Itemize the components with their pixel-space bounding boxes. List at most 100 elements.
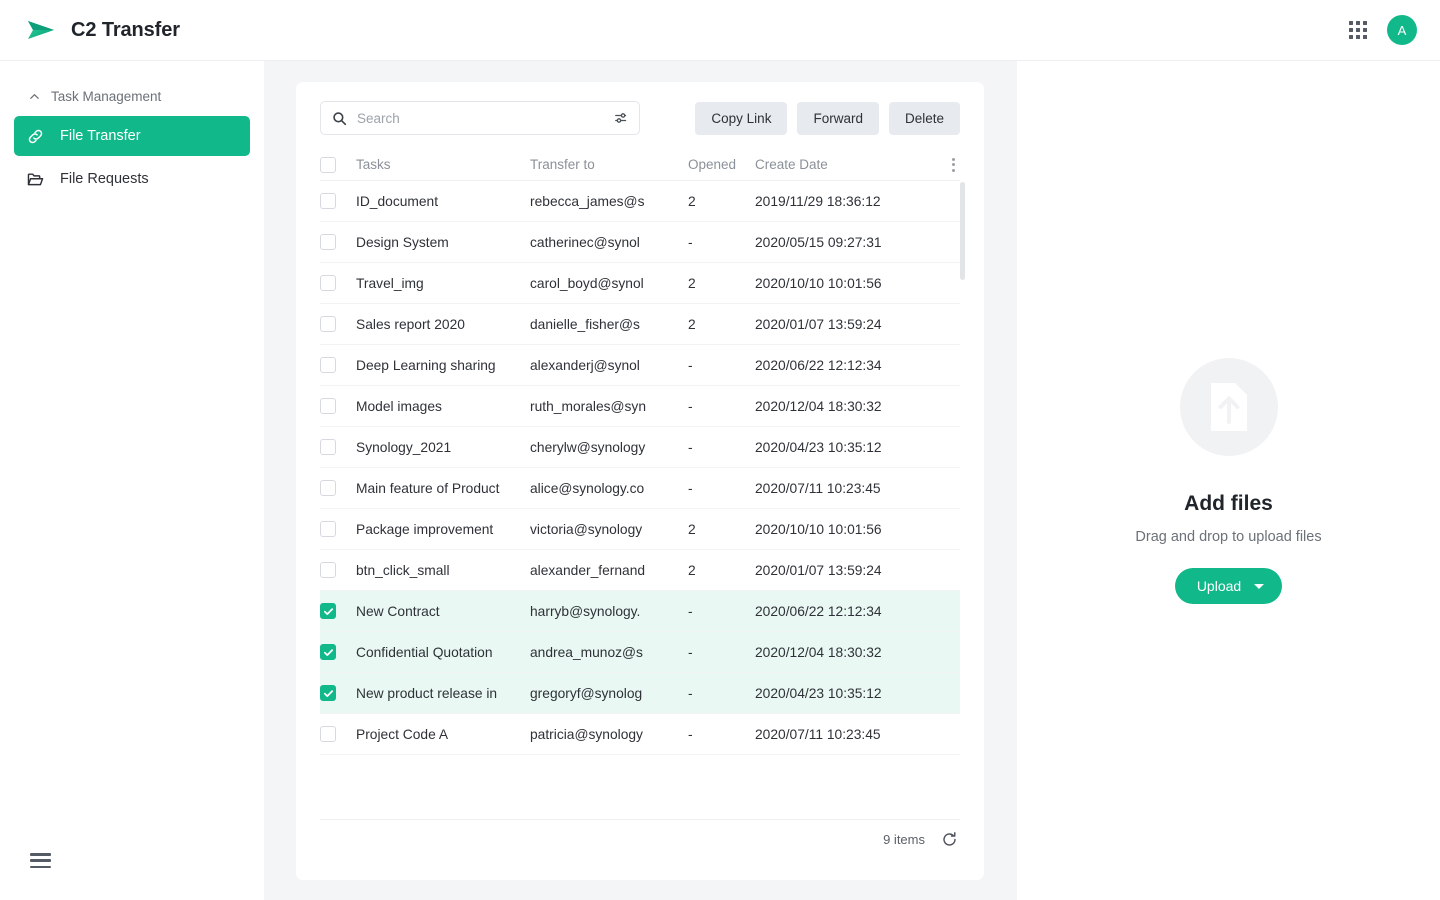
hamburger-menu-icon[interactable]	[30, 853, 51, 868]
table-row[interactable]: Sales report 2020danielle_fisher@s22020/…	[320, 304, 960, 345]
sidebar-section-label: Task Management	[51, 89, 161, 104]
table-row[interactable]: Model imagesruth_morales@syn-2020/12/04 …	[320, 386, 960, 427]
cell-task: New Contract	[356, 604, 530, 619]
row-checkbox[interactable]	[320, 521, 336, 537]
cell-opened: -	[688, 481, 755, 496]
grid-apps-icon[interactable]	[1349, 21, 1367, 39]
kebab-menu-icon[interactable]	[949, 155, 958, 175]
cell-transfer-to: andrea_munoz@s	[530, 645, 688, 660]
cell-create-date: 2020/01/07 13:59:24	[755, 563, 945, 578]
table-row[interactable]: Deep Learning sharingalexanderj@synol-20…	[320, 345, 960, 386]
cell-task: Travel_img	[356, 276, 530, 291]
table-row[interactable]: btn_click_smallalexander_fernand22020/01…	[320, 550, 960, 591]
table-scrollbar-track[interactable]	[960, 182, 965, 742]
copy-link-button[interactable]: Copy Link	[695, 102, 787, 135]
column-header-transfer-to[interactable]: Transfer to	[530, 157, 688, 172]
row-checkbox[interactable]	[320, 316, 336, 332]
table-row[interactable]: Travel_imgcarol_boyd@synol22020/10/10 10…	[320, 263, 960, 304]
cell-task: Main feature of Product	[356, 481, 530, 496]
row-checkbox[interactable]	[320, 644, 336, 660]
column-header-opened[interactable]: Opened	[688, 157, 755, 172]
toolbar: Copy Link Forward Delete	[320, 101, 960, 135]
column-header-tasks[interactable]: Tasks	[356, 157, 530, 172]
row-select-cell	[320, 562, 356, 578]
table-row[interactable]: Confidential Quotationandrea_munoz@s-202…	[320, 632, 960, 673]
row-checkbox[interactable]	[320, 439, 336, 455]
cell-transfer-to: gregoryf@synolog	[530, 686, 688, 701]
select-all-checkbox[interactable]	[320, 157, 336, 173]
table-row[interactable]: ID_documentrebecca_james@s22019/11/29 18…	[320, 181, 960, 222]
forward-button[interactable]: Forward	[797, 102, 879, 135]
table-row[interactable]: Package improvementvictoria@synology2202…	[320, 509, 960, 550]
chevron-down-icon	[1254, 584, 1264, 589]
content-area: Copy Link Forward Delete Tasks Transfer …	[264, 61, 1017, 900]
cell-task: Deep Learning sharing	[356, 358, 530, 373]
table-row[interactable]: New Contractharryb@synology.-2020/06/22 …	[320, 591, 960, 632]
sliders-filter-icon[interactable]	[614, 110, 630, 126]
sidebar-item-file-transfer[interactable]: File Transfer	[14, 116, 250, 156]
cell-create-date: 2019/11/29 18:36:12	[755, 194, 945, 209]
cell-opened: 2	[688, 563, 755, 578]
search-input[interactable]	[357, 111, 614, 126]
app-title: C2 Transfer	[71, 19, 180, 42]
cell-create-date: 2020/07/11 10:23:45	[755, 727, 945, 742]
cell-task: Synology_2021	[356, 440, 530, 455]
table-row[interactable]: Main feature of Productalice@synology.co…	[320, 468, 960, 509]
brand[interactable]: C2 Transfer	[24, 13, 180, 47]
cell-opened: 2	[688, 194, 755, 209]
row-checkbox[interactable]	[320, 234, 336, 250]
row-select-cell	[320, 193, 356, 209]
chevron-up-icon	[28, 90, 41, 103]
table-row[interactable]: Design Systemcatherinec@synol-2020/05/15…	[320, 222, 960, 263]
sidebar-item-label: File Transfer	[60, 128, 141, 144]
cell-task: ID_document	[356, 194, 530, 209]
row-checkbox[interactable]	[320, 685, 336, 701]
sidebar-item-file-requests[interactable]: File Requests	[14, 159, 250, 199]
row-checkbox[interactable]	[320, 193, 336, 209]
row-checkbox[interactable]	[320, 357, 336, 373]
sidebar-section-task-management[interactable]: Task Management	[0, 79, 264, 113]
cell-create-date: 2020/04/23 10:35:12	[755, 686, 945, 701]
row-select-cell	[320, 480, 356, 496]
delete-button[interactable]: Delete	[889, 102, 960, 135]
refresh-icon[interactable]	[941, 831, 960, 848]
cell-task: Project Code A	[356, 727, 530, 742]
cell-transfer-to: alexander_fernand	[530, 563, 688, 578]
cell-opened: -	[688, 399, 755, 414]
table-row[interactable]: Project Code Apatricia@synology-2020/07/…	[320, 714, 960, 755]
cell-create-date: 2020/05/15 09:27:31	[755, 235, 945, 250]
row-checkbox[interactable]	[320, 275, 336, 291]
table-row[interactable]: Synology_2021cherylw@synology-2020/04/23…	[320, 427, 960, 468]
column-header-create-date[interactable]: Create Date	[755, 157, 945, 172]
row-select-cell	[320, 603, 356, 619]
column-options-cell	[945, 155, 960, 175]
search-box[interactable]	[320, 101, 640, 135]
cell-transfer-to: cherylw@synology	[530, 440, 688, 455]
cell-create-date: 2020/06/22 12:12:34	[755, 358, 945, 373]
avatar[interactable]: A	[1387, 15, 1417, 45]
cell-transfer-to: alexanderj@synol	[530, 358, 688, 373]
cell-create-date: 2020/07/11 10:23:45	[755, 481, 945, 496]
row-checkbox[interactable]	[320, 480, 336, 496]
row-checkbox[interactable]	[320, 726, 336, 742]
upload-title: Add files	[1184, 492, 1273, 516]
cell-task: Design System	[356, 235, 530, 250]
sidebar-item-label: File Requests	[60, 171, 149, 187]
cell-transfer-to: carol_boyd@synol	[530, 276, 688, 291]
row-checkbox[interactable]	[320, 398, 336, 414]
row-checkbox[interactable]	[320, 603, 336, 619]
table-footer: 9 items	[320, 819, 960, 859]
table-row[interactable]: New product release ingregoryf@synolog-2…	[320, 673, 960, 714]
file-transfer-card: Copy Link Forward Delete Tasks Transfer …	[296, 82, 984, 880]
row-select-cell	[320, 357, 356, 373]
cell-opened: 2	[688, 317, 755, 332]
upload-button[interactable]: Upload	[1175, 568, 1282, 604]
toolbar-actions: Copy Link Forward Delete	[695, 102, 960, 135]
row-select-cell	[320, 316, 356, 332]
cell-create-date: 2020/01/07 13:59:24	[755, 317, 945, 332]
sidebar: Task Management File Transfer File Reque…	[0, 61, 264, 900]
row-checkbox[interactable]	[320, 562, 336, 578]
table-scrollbar-thumb[interactable]	[960, 182, 965, 280]
select-all-cell	[320, 157, 356, 173]
cell-task: New product release in	[356, 686, 530, 701]
